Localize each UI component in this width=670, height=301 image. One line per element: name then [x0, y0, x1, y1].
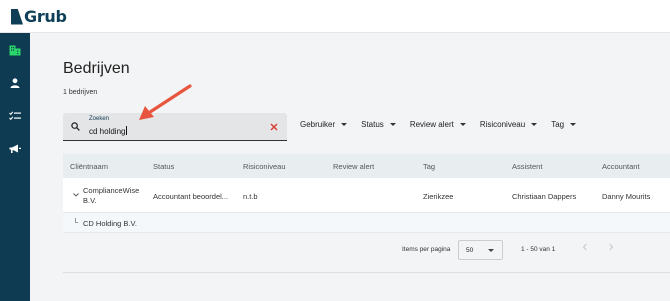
search-label: Zoeken — [89, 116, 110, 122]
column-header-accountant[interactable]: Accountant — [602, 162, 640, 171]
main-content: Bedrijven 1 bedrijven Zoeken cd holding … — [30, 33, 670, 301]
logo-mark-icon — [11, 8, 23, 25]
column-header-risk[interactable]: Risiconiveau — [243, 162, 286, 171]
table-row[interactable]: ComplianceWise B.V. Accountant beoordel.… — [63, 178, 670, 213]
column-header-status[interactable]: Status — [153, 162, 174, 171]
result-count: 1 bedrijven — [63, 89, 98, 96]
filter-tag[interactable]: Tag — [551, 118, 577, 130]
company-icon — [9, 45, 21, 55]
subrow-company-name[interactable]: CD Holding B.V. — [83, 219, 137, 228]
divider — [63, 272, 670, 273]
search-icon — [71, 122, 80, 131]
search-input-value: cd holding — [89, 127, 126, 136]
logo-text: Grub — [24, 7, 67, 26]
cell-client-name-line2: B.V. — [83, 196, 97, 205]
column-header-client[interactable]: Cliëntnaam — [70, 162, 108, 171]
search-input[interactable]: cd holding — [89, 126, 128, 136]
text-caret — [126, 126, 128, 135]
dropdown-arrow-icon — [389, 122, 396, 126]
top-bar: Grub — [0, 0, 670, 33]
cell-status: Accountant beoordel... — [153, 192, 229, 201]
dropdown-arrow-icon — [341, 122, 348, 126]
user-icon — [10, 78, 20, 88]
pagination: Items per pagina 50 1 - 50 van 1 — [63, 236, 670, 264]
clear-icon[interactable] — [270, 123, 278, 131]
filter-user[interactable]: Gebruiker — [300, 118, 348, 130]
sidebar-item-companies[interactable] — [0, 35, 30, 65]
megaphone-icon — [9, 144, 21, 153]
items-per-page-value: 50 — [466, 247, 474, 254]
chevron-left-icon[interactable] — [582, 243, 588, 251]
filter-status[interactable]: Status — [361, 118, 396, 130]
filter-status-label: Status — [361, 119, 384, 129]
page-range: 1 - 50 van 1 — [521, 246, 556, 253]
dropdown-arrow-icon — [570, 122, 577, 126]
column-header-review-alert[interactable]: Review alert — [333, 162, 374, 171]
sidebar-item-users[interactable] — [0, 68, 30, 98]
filter-risk-level-label: Risiconiveau — [479, 119, 526, 129]
sidebar-item-tasks[interactable] — [0, 101, 30, 131]
companies-table: Cliëntnaam Status Risiconiveau Review al… — [63, 154, 670, 233]
tree-branch-icon — [75, 218, 78, 223]
cell-assistant: Christiaan Dappers — [512, 192, 577, 201]
filter-user-label: Gebruiker — [300, 119, 336, 129]
chevron-down-icon[interactable] — [73, 193, 79, 197]
cell-accountant: Danny Mourits — [602, 192, 651, 201]
items-per-page-label: Items per pagina — [402, 246, 451, 253]
dropdown-arrow-icon — [531, 122, 538, 126]
filter-tag-label: Tag — [551, 119, 565, 129]
filter-review-alert[interactable]: Review alert — [410, 118, 466, 130]
checklist-icon — [9, 111, 21, 121]
column-header-assistant[interactable]: Assistent — [512, 162, 542, 171]
app-logo[interactable]: Grub — [11, 7, 67, 26]
table-subrow[interactable]: CD Holding B.V. — [63, 213, 670, 233]
sidebar — [0, 33, 30, 301]
filter-risk-level[interactable]: Risiconiveau — [479, 118, 538, 130]
page-title: Bedrijven — [63, 60, 130, 77]
filter-bar: Gebruiker Status Review alert Risiconive… — [300, 118, 590, 130]
filter-review-alert-label: Review alert — [409, 119, 454, 129]
table-header: Cliëntnaam Status Risiconiveau Review al… — [63, 154, 670, 178]
dropdown-arrow-icon — [488, 249, 494, 252]
column-header-tag[interactable]: Tag — [423, 162, 435, 171]
chevron-right-icon[interactable] — [608, 243, 614, 251]
dropdown-arrow-icon — [459, 122, 466, 126]
cell-client-name-line1: ComplianceWise — [83, 186, 140, 195]
cell-risk: n.t.b — [243, 192, 258, 201]
search-field[interactable]: Zoeken cd holding — [63, 113, 287, 141]
items-per-page-select[interactable]: 50 — [458, 240, 503, 260]
cell-tag: Zierikzee — [423, 192, 454, 201]
sidebar-item-announcements[interactable] — [0, 134, 30, 164]
